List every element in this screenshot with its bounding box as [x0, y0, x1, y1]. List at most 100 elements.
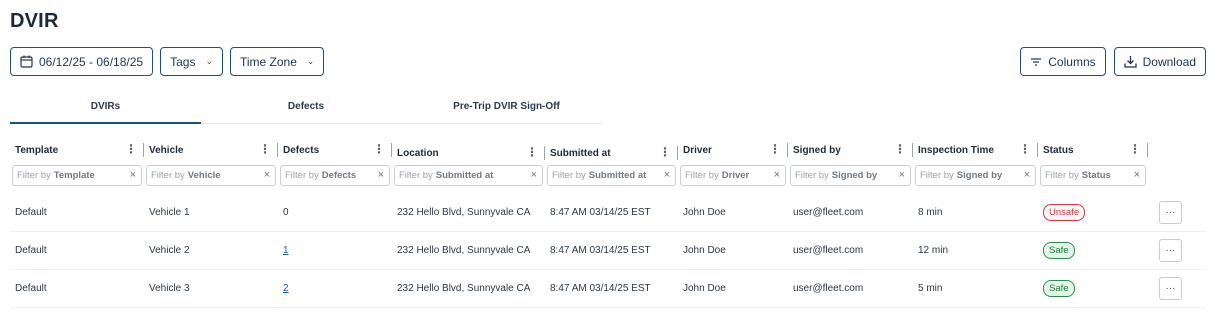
kebab-icon[interactable]: ⋮ — [894, 143, 906, 155]
filter-toolbar: 06/12/25 - 06/18/25 Tags ⌄ Time Zone ⌄ — [10, 47, 325, 76]
kebab-icon[interactable]: ⋮ — [373, 143, 385, 155]
filter-lines-icon — [1030, 57, 1042, 67]
more-actions-button[interactable]: ··· — [1159, 239, 1182, 262]
kebab-icon[interactable]: ⋮ — [1019, 143, 1031, 155]
tab-dvirs[interactable]: DVIRs — [10, 96, 201, 124]
filter-prefix: Filter by — [399, 169, 433, 181]
template-cell: Default — [15, 245, 47, 256]
filter-field: Defects — [321, 169, 357, 181]
page-title: DVIR — [10, 10, 59, 32]
submitted-at-cell: 8:47 AM 03/14/25 EST — [550, 207, 651, 218]
signed-by-cell: user@fleet.com — [793, 207, 864, 218]
table-row[interactable]: Default Vehicle 2 1 232 Hello Blvd, Sunn… — [10, 232, 1206, 270]
action-toolbar: Columns Download — [1020, 47, 1206, 76]
column-header-label: Vehicle — [149, 144, 184, 156]
clear-icon[interactable]: × — [378, 169, 384, 181]
status-cell: Unsafe — [1038, 204, 1148, 221]
tab-pre-trip-sign-off[interactable]: Pre-Trip DVIR Sign-Off — [411, 96, 602, 123]
inspection-time-filter-input[interactable]: Filter by Signed by × — [915, 164, 1036, 186]
clear-icon[interactable]: × — [264, 169, 270, 181]
status-filter-input[interactable]: Filter by Status × — [1040, 164, 1146, 186]
column-header-template[interactable]: Template ⋮ — [10, 139, 144, 161]
timezone-dropdown[interactable]: Time Zone ⌄ — [230, 47, 325, 76]
location-filter-input[interactable]: Filter by Submitted at × — [394, 164, 543, 186]
actions-cell: ··· — [1148, 277, 1206, 300]
column-header-submitted-at[interactable]: Submitted at ⋮ — [545, 142, 678, 164]
more-actions-button[interactable]: ··· — [1159, 201, 1182, 224]
kebab-icon[interactable]: ⋮ — [125, 143, 137, 155]
location-cell: 232 Hello Blvd, Sunnyvale CA — [397, 207, 531, 218]
filter-prefix: Filter by — [552, 169, 586, 181]
filter-prefix: Filter by — [17, 169, 51, 181]
more-actions-button[interactable]: ··· — [1159, 277, 1182, 300]
inspection-time-cell: 12 min — [918, 245, 949, 256]
template-cell: Default — [15, 207, 47, 218]
column-header-signed-by[interactable]: Signed by ⋮ — [788, 139, 913, 161]
tab-defects[interactable]: Defects — [201, 96, 411, 123]
defects-cell: 1 — [278, 245, 392, 256]
kebab-icon[interactable]: ⋮ — [1129, 143, 1141, 155]
filter-field: Template — [53, 169, 95, 181]
column-header-driver[interactable]: Driver ⋮ — [678, 139, 788, 161]
column-header-vehicle[interactable]: Vehicle ⋮ — [144, 139, 278, 161]
clear-icon[interactable]: × — [1134, 169, 1140, 181]
actions-cell: ··· — [1148, 201, 1206, 224]
submitted-at-cell: 8:47 AM 03/14/25 EST — [550, 245, 651, 256]
column-divider[interactable] — [1147, 143, 1148, 157]
filter-prefix: Filter by — [685, 169, 719, 181]
location-cell: 232 Hello Blvd, Sunnyvale CA — [397, 245, 531, 256]
location-cell: 232 Hello Blvd, Sunnyvale CA — [397, 283, 531, 294]
status-badge: Safe — [1043, 280, 1075, 297]
signed-by-filter-input[interactable]: Filter by Signed by × — [790, 164, 911, 186]
driver-cell: John Doe — [683, 245, 726, 256]
defects-link[interactable]: 1 — [283, 245, 289, 256]
kebab-icon[interactable]: ⋮ — [769, 143, 781, 155]
clear-icon[interactable]: × — [899, 169, 905, 181]
timezone-label: Time Zone — [240, 54, 297, 69]
date-range-button[interactable]: 06/12/25 - 06/18/25 — [10, 47, 154, 76]
template-filter-input[interactable]: Filter by Template × — [12, 164, 142, 186]
date-range-label: 06/12/25 - 06/18/25 — [39, 54, 144, 69]
column-header-label: Template — [15, 144, 59, 156]
defects-filter-input[interactable]: Filter by Defects × — [280, 164, 390, 186]
tags-dropdown[interactable]: Tags ⌄ — [160, 47, 223, 76]
download-icon — [1123, 55, 1137, 68]
filter-field: Signed by — [831, 169, 878, 181]
vehicle-filter-input[interactable]: Filter by Vehicle × — [146, 164, 276, 186]
driver-filter-input[interactable]: Filter by Driver × — [680, 164, 786, 186]
signed-by-cell: user@fleet.com — [793, 245, 864, 256]
table-row[interactable]: Default Vehicle 3 2 232 Hello Blvd, Sunn… — [10, 270, 1206, 308]
defects-link[interactable]: 2 — [283, 283, 289, 294]
column-header-status[interactable]: Status ⋮ — [1038, 139, 1148, 161]
submitted-at-filter-input[interactable]: Filter by Submitted at × — [547, 164, 676, 186]
filter-field: Vehicle — [187, 169, 221, 181]
clear-icon[interactable]: × — [130, 169, 136, 181]
tags-label: Tags — [170, 54, 196, 69]
table-header-row: Template ⋮ Vehicle ⋮ Defects ⋮ Location ⋮ Su… — [10, 139, 1206, 161]
columns-button[interactable]: Columns — [1020, 47, 1106, 76]
table-row[interactable]: Default Vehicle 1 0 232 Hello Blvd, Sunn… — [10, 194, 1206, 232]
submitted-at-cell: 8:47 AM 03/14/25 EST — [550, 283, 651, 294]
kebab-icon[interactable]: ⋮ — [526, 146, 538, 158]
column-header-defects[interactable]: Defects ⋮ — [278, 139, 392, 161]
filter-cell: Filter by Submitted at × — [392, 164, 545, 186]
filter-prefix: Filter by — [920, 169, 954, 181]
clear-icon[interactable]: × — [664, 169, 670, 181]
clear-icon[interactable]: × — [774, 169, 780, 181]
filter-field: Submitted at — [435, 169, 494, 181]
defects-cell: 2 — [278, 283, 392, 294]
dvir-table: Template ⋮ Vehicle ⋮ Defects ⋮ Location ⋮ Su… — [10, 139, 1206, 308]
filter-prefix: Filter by — [1045, 169, 1079, 181]
filter-cell: Filter by Signed by × — [788, 164, 913, 186]
inspection-time-cell: 8 min — [918, 207, 943, 218]
defects-cell: 0 — [283, 207, 289, 218]
download-button[interactable]: Download — [1113, 47, 1206, 76]
kebab-icon[interactable]: ⋮ — [659, 146, 671, 158]
kebab-icon[interactable]: ⋮ — [259, 143, 271, 155]
chevron-down-icon: ⌄ — [205, 56, 213, 66]
column-header-location[interactable]: Location ⋮ — [392, 142, 545, 164]
filter-field: Driver — [721, 169, 750, 181]
column-header-inspection-time[interactable]: Inspection Time ⋮ — [913, 139, 1038, 161]
clear-icon[interactable]: × — [1024, 169, 1030, 181]
clear-icon[interactable]: × — [531, 169, 537, 181]
